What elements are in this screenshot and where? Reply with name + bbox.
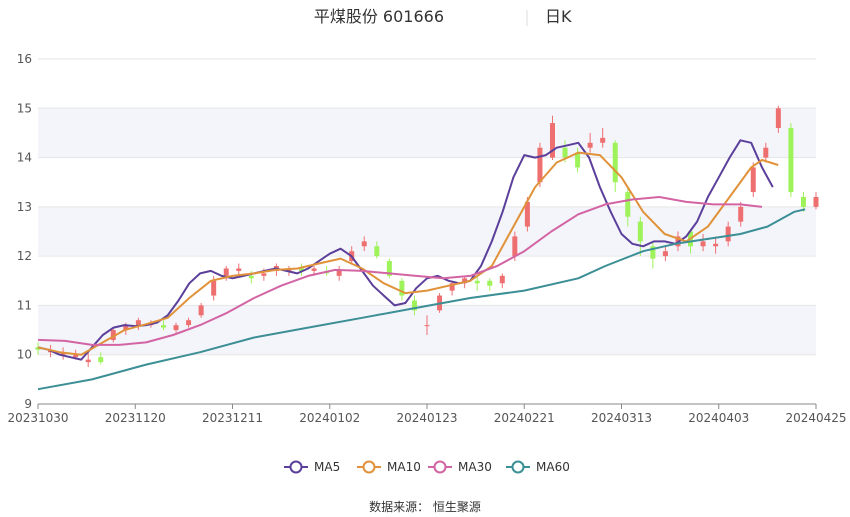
candle-body xyxy=(763,147,769,158)
x-tick-label: 20240403 xyxy=(688,411,749,425)
candle-body xyxy=(474,280,480,284)
candle-body xyxy=(738,206,744,222)
candle-body xyxy=(186,320,192,326)
y-tick-label: 16 xyxy=(17,52,32,66)
candle-body xyxy=(374,246,380,257)
candle-body xyxy=(713,243,719,247)
candle-body xyxy=(424,325,430,327)
candle-body xyxy=(173,325,179,331)
data-source: 数据来源： 恒生聚源 xyxy=(369,499,481,514)
candle-body xyxy=(775,108,781,128)
candle-body xyxy=(700,241,706,247)
legend-marker-icon xyxy=(362,460,376,474)
candle-body xyxy=(800,197,806,207)
candle-body xyxy=(361,241,367,247)
candle-body xyxy=(750,167,756,193)
x-tick-label: 20231211 xyxy=(202,411,263,425)
x-tick-label: 20240123 xyxy=(396,411,457,425)
legend-label: MA30 xyxy=(458,460,492,474)
candle-body xyxy=(612,142,618,183)
legend-label: MA5 xyxy=(314,460,340,474)
y-tick-label: 15 xyxy=(17,101,32,115)
chart-period: 日K xyxy=(545,7,572,26)
x-tick-label: 20240221 xyxy=(494,411,555,425)
chart-title: 平煤股份 601666 xyxy=(314,7,444,26)
candle-body xyxy=(135,320,141,326)
legend-label: MA10 xyxy=(387,460,421,474)
candle-body xyxy=(85,359,91,363)
candle-body xyxy=(248,275,254,279)
candle-body xyxy=(487,280,493,286)
x-tick-label: 20240313 xyxy=(591,411,652,425)
x-tick-label: 20231030 xyxy=(7,411,68,425)
legend-marker-icon xyxy=(511,460,525,474)
candle-body xyxy=(223,268,229,276)
candle-body xyxy=(311,268,317,271)
candle-body xyxy=(537,147,543,183)
candle-body xyxy=(625,192,631,217)
y-tick-label: 14 xyxy=(17,151,32,165)
candle-body xyxy=(662,251,668,257)
candle-body xyxy=(788,128,794,193)
y-tick-label: 12 xyxy=(17,249,32,263)
legend: MA5 MA10 MA30 MA60 xyxy=(284,460,570,474)
candle-body xyxy=(499,275,505,284)
candle-body xyxy=(562,147,568,158)
candle-body xyxy=(587,142,593,148)
candle-body xyxy=(198,305,204,316)
candle-body xyxy=(211,280,217,296)
candle-body xyxy=(575,152,581,168)
candle-body xyxy=(512,236,518,257)
candle-body xyxy=(336,270,342,276)
legend-label: MA60 xyxy=(536,460,570,474)
candle-body xyxy=(160,325,166,328)
x-tick-label: 20240102 xyxy=(299,411,360,425)
x-tick-label: 20231120 xyxy=(105,411,166,425)
candle-body xyxy=(725,226,731,242)
candle-body xyxy=(813,197,819,207)
y-axis: 9 10 11 12 13 14 15 16 xyxy=(17,52,32,411)
candle-body xyxy=(637,221,643,242)
candle-body xyxy=(600,137,606,143)
candle-body xyxy=(98,357,104,363)
legend-marker-icon xyxy=(433,460,447,474)
legend-marker-icon xyxy=(289,460,303,474)
y-tick-label: 13 xyxy=(17,200,32,214)
plot-band xyxy=(38,108,816,158)
candle-body xyxy=(236,268,242,271)
y-tick-label: 11 xyxy=(17,298,32,312)
candle-body xyxy=(261,273,267,276)
x-tick-label: 20240425 xyxy=(785,411,846,425)
y-tick-label: 9 xyxy=(24,397,32,411)
candlestick-chart: 平煤股份 601666 日K 910111213141516 20231030 2… xyxy=(7,7,847,514)
x-axis: 20231030 20231120 20231211 20240102 20240123… xyxy=(7,403,847,425)
y-tick-label: 10 xyxy=(17,348,32,362)
